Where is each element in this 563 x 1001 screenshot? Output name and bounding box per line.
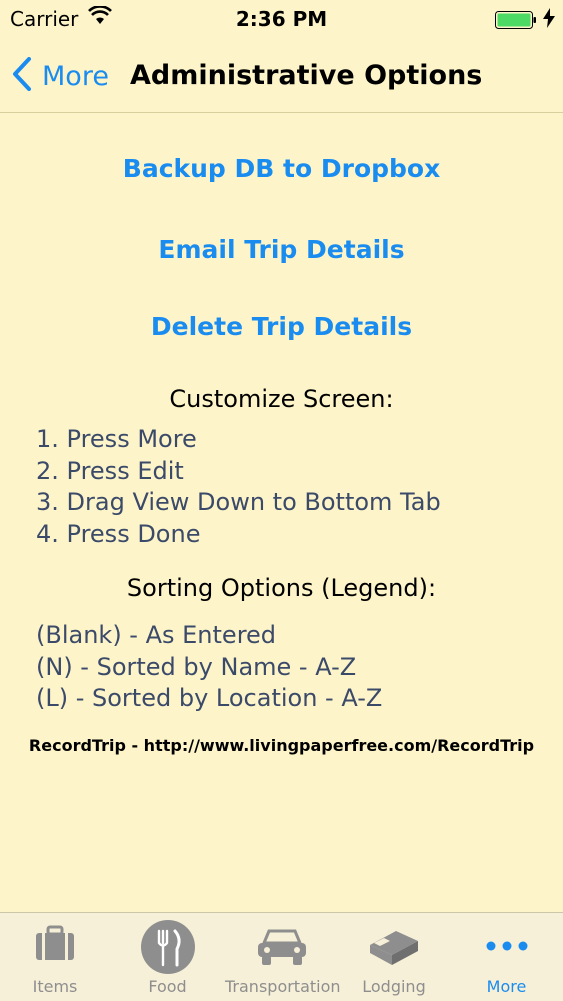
tab-transportation[interactable]: Transportation [225,913,341,1001]
list-item: 1. Press More [36,425,197,453]
tab-label: Lodging [362,977,426,996]
fork-knife-icon [140,919,196,979]
tab-bar: Items Food Transportation Lodging More [0,912,563,1001]
list-item: (N) - Sorted by Name - A-Z [36,652,357,681]
recordtrip-website-link[interactable]: RecordTrip - http://www.livingpaperfree.… [0,736,563,755]
tab-lodging[interactable]: Lodging [338,913,450,1001]
briefcase-icon [33,923,77,967]
page-title: Administrative Options [130,60,483,91]
bed-icon [366,923,422,973]
tab-food[interactable]: Food [110,913,225,1001]
list-item: 3. Drag View Down to Bottom Tab [36,488,441,516]
customize-heading: Customize Screen: [169,385,394,413]
status-bar: Carrier 2:36 PM [0,0,563,38]
customize-steps: 1. Press More 2. Press Edit 3. Drag View… [36,424,441,550]
delete-trip-details-button[interactable]: Delete Trip Details [0,312,563,341]
chevron-left-icon [12,57,32,95]
back-button[interactable]: More [12,57,109,95]
more-dots-icon [485,937,529,956]
list-item: (Blank) - As Entered [36,621,277,649]
email-trip-details-button[interactable]: Email Trip Details [0,235,563,264]
list-item: 4. Press Done [36,519,201,548]
tab-label: Items [32,977,78,996]
sorting-legend: (Blank) - As Entered (N) - Sorted by Nam… [36,620,382,715]
sorting-heading: Sorting Options (Legend): [126,574,437,602]
list-item: (L) - Sorted by Location - A-Z [36,684,383,712]
tab-more[interactable]: More [450,913,563,1001]
tab-label: More [486,977,527,996]
tab-label: Transportation [225,977,341,996]
list-item: 2. Press Edit [36,456,184,485]
clock: 2:36 PM [235,7,328,31]
charging-bolt-icon [542,8,556,33]
back-button-label: More [42,60,109,92]
battery-icon [495,10,537,29]
navigation-bar: More Administrative Options [0,38,563,113]
tab-label: Food [148,977,187,996]
car-icon [254,927,310,971]
tab-items[interactable]: Items [0,913,110,1001]
backup-dropbox-button[interactable]: Backup DB to Dropbox [0,154,563,183]
